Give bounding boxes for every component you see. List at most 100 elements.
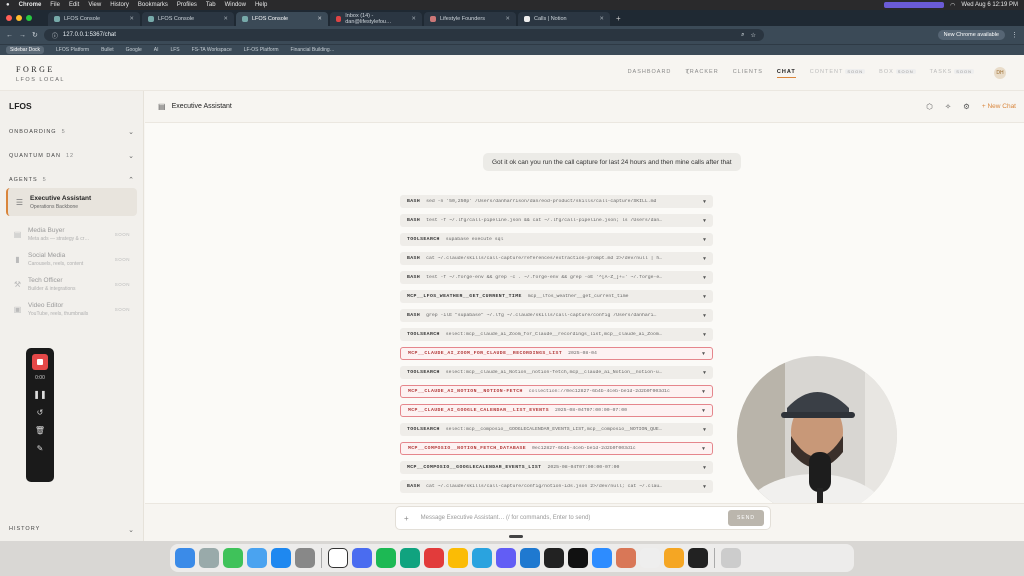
nav-chat[interactable]: CHAT (776, 69, 796, 78)
new-tab-button[interactable]: + (616, 14, 621, 23)
pen-icon[interactable]: ✎ (37, 444, 44, 453)
url-text[interactable]: 127.0.0.1:5367/chat (63, 32, 116, 38)
claude-icon[interactable] (616, 548, 636, 568)
avatar[interactable]: DH (994, 67, 1006, 79)
tool-call-row-error[interactable]: MCP__COMPOSIO__NOTION_FETCH_DATABASE 0ec1… (400, 442, 713, 455)
expand-chevron-icon[interactable]: ▼ (702, 389, 705, 395)
close-tab-icon[interactable]: ✕ (317, 16, 322, 22)
expand-chevron-icon[interactable]: ▼ (703, 275, 706, 281)
menu-bookmarks[interactable]: Bookmarks (138, 2, 168, 8)
sidebar-toggle-icon[interactable]: ▤ (158, 102, 166, 111)
expand-chevron-icon[interactable]: ▼ (702, 446, 705, 452)
agent-video-editor[interactable]: ▣ Video Editor YouTube, reels, thumbnail… (6, 295, 137, 323)
menu-tab[interactable]: Tab (206, 2, 216, 8)
tool-call-row[interactable]: TOOLSEARCH select:mcp__claude_ai_Zoom_for… (400, 328, 713, 341)
tool-call-row[interactable]: BASH test -f ~/.forge-env && grep -c . ~/… (400, 271, 713, 284)
expand-chevron-icon[interactable]: ▼ (703, 218, 706, 224)
reload-icon[interactable]: ↻ (32, 31, 38, 39)
apple-icon[interactable]: ● (6, 2, 10, 8)
chrome-icon[interactable] (448, 548, 468, 568)
tool-call-row[interactable]: BASH sed -n '50,250p' /Users/danharrison/… (400, 195, 713, 208)
loom-icon[interactable] (496, 548, 516, 568)
chevron-down-icon[interactable]: ⌄ (128, 152, 135, 160)
expand-chevron-icon[interactable]: ▼ (702, 408, 705, 414)
attach-plus-icon[interactable]: + (404, 514, 409, 523)
nav-box[interactable]: BOX SOON (879, 69, 916, 78)
minimize-window-icon[interactable] (16, 15, 22, 21)
expand-chevron-icon[interactable]: ▼ (703, 370, 706, 376)
status-icons[interactable] (884, 2, 945, 8)
telegram-icon[interactable] (472, 548, 492, 568)
message-composer[interactable]: + Message Executive Assistant… (/ for co… (395, 506, 771, 530)
agent-executive-assistant[interactable]: ☰ Executive Assistant Operations Backbon… (6, 188, 137, 216)
menu-edit[interactable]: Edit (69, 2, 79, 8)
tool-call-row[interactable]: TOOLSEARCH supabase execute sql ▼ (400, 233, 713, 246)
menu-window[interactable]: Window (225, 2, 246, 8)
bookmark-item[interactable]: Bullet (101, 47, 114, 53)
agent-media-buyer[interactable]: ▤ Media Buyer Meta ads — strategy & cr… … (6, 220, 137, 248)
cursor-icon[interactable] (544, 548, 564, 568)
new-chat-button[interactable]: + New Chat (982, 103, 1016, 110)
chrome-menu-icon[interactable]: ⋮ (1011, 31, 1018, 39)
spotify-icon[interactable] (376, 548, 396, 568)
browser-tab[interactable]: LFOS Console ✕ (48, 12, 140, 26)
nav-tasks[interactable]: TASKS SOON (930, 69, 974, 78)
agent-social-media[interactable]: ▮ Social Media Carousels, reels, content… (6, 245, 137, 273)
pause-icon[interactable]: ❚❚ (33, 390, 46, 399)
section-onboarding[interactable]: ONBOARDING 5 ⌄ (9, 128, 135, 136)
nav-dashboard[interactable]: DASHBOARD (628, 69, 672, 78)
expand-chevron-icon[interactable]: ▼ (703, 484, 706, 490)
red-app-icon[interactable] (424, 548, 444, 568)
menu-file[interactable]: File (50, 2, 60, 8)
expand-chevron-icon[interactable]: ▼ (703, 294, 706, 300)
tool-call-row[interactable]: BASH cat ~/.claude/skills/call-capture/co… (400, 480, 713, 493)
section-agents[interactable]: AGENTS 5 ⌃ (9, 176, 135, 184)
agent-tech-officer[interactable]: ⚒ Tech Officer Builder & integrations SO… (6, 270, 137, 298)
nav-tracker[interactable]: TRACKER (685, 69, 718, 78)
menu-view[interactable]: View (88, 2, 101, 8)
browser-tab[interactable]: Lifestyle Founders ✕ (424, 12, 516, 26)
vscode-icon[interactable] (520, 548, 540, 568)
tool-call-row[interactable]: BASH test -f ~/.lfg/call-pipeline.json &&… (400, 214, 713, 227)
section-history[interactable]: HISTORY ⌄ (9, 526, 135, 534)
launchpad-icon[interactable] (199, 548, 219, 568)
zoom-icon[interactable]: ⌕ (741, 32, 744, 39)
finder-icon[interactable] (175, 548, 195, 568)
back-icon[interactable]: ← (6, 32, 13, 39)
close-tab-icon[interactable]: ✕ (411, 16, 416, 22)
url-bar[interactable]: ⓘ 127.0.0.1:5367/chat ⌕ ☆ (43, 29, 764, 41)
cube-icon[interactable]: ⬡ (926, 102, 933, 111)
menu-help[interactable]: Help (255, 2, 267, 8)
expand-chevron-icon[interactable]: ▼ (703, 427, 706, 433)
expand-chevron-icon[interactable]: ▼ (703, 465, 706, 471)
app-store-icon[interactable] (271, 548, 291, 568)
menu-profiles[interactable]: Profiles (177, 2, 197, 8)
message-input[interactable]: Message Executive Assistant… (/ for comm… (421, 515, 591, 521)
messages-icon[interactable] (223, 548, 243, 568)
chevron-down-icon[interactable]: ⌄ (128, 128, 135, 136)
stop-record-button[interactable] (32, 354, 48, 370)
tool-call-row[interactable]: TOOLSEARCH select:mcp__claude_ai_Notion__… (400, 366, 713, 379)
pen-app-icon[interactable] (352, 548, 372, 568)
menu-history[interactable]: History (110, 2, 129, 8)
close-tab-icon[interactable]: ✕ (599, 16, 604, 22)
sparkle-icon[interactable]: ✧ (945, 102, 951, 111)
trash-icon[interactable]: 🗑 (35, 426, 45, 435)
terminal-icon[interactable] (568, 548, 588, 568)
textedit-icon[interactable] (640, 548, 660, 568)
trash-dock-icon[interactable] (721, 548, 741, 568)
restart-icon[interactable]: ↺ (37, 408, 44, 417)
chevron-up-icon[interactable]: ⌃ (128, 176, 135, 184)
chevron-down-icon[interactable]: ⌄ (128, 526, 135, 534)
bookmark-item[interactable]: AI (154, 47, 159, 53)
bookmark-item[interactable]: Financial Building… (290, 47, 334, 53)
bookmark-item[interactable]: FS-TA Workspace (192, 47, 232, 53)
expand-chevron-icon[interactable]: ▼ (702, 351, 705, 357)
bookmark-item[interactable]: LFOS Platform (56, 47, 89, 53)
expand-chevron-icon[interactable]: ▼ (703, 237, 706, 243)
close-tab-icon[interactable]: ✕ (505, 16, 510, 22)
clock[interactable]: Wed Aug 6 12:19 PM (961, 2, 1018, 8)
menu-chrome[interactable]: Chrome (19, 2, 42, 8)
stats-icon[interactable] (688, 548, 708, 568)
send-button[interactable]: SEND (728, 510, 764, 526)
